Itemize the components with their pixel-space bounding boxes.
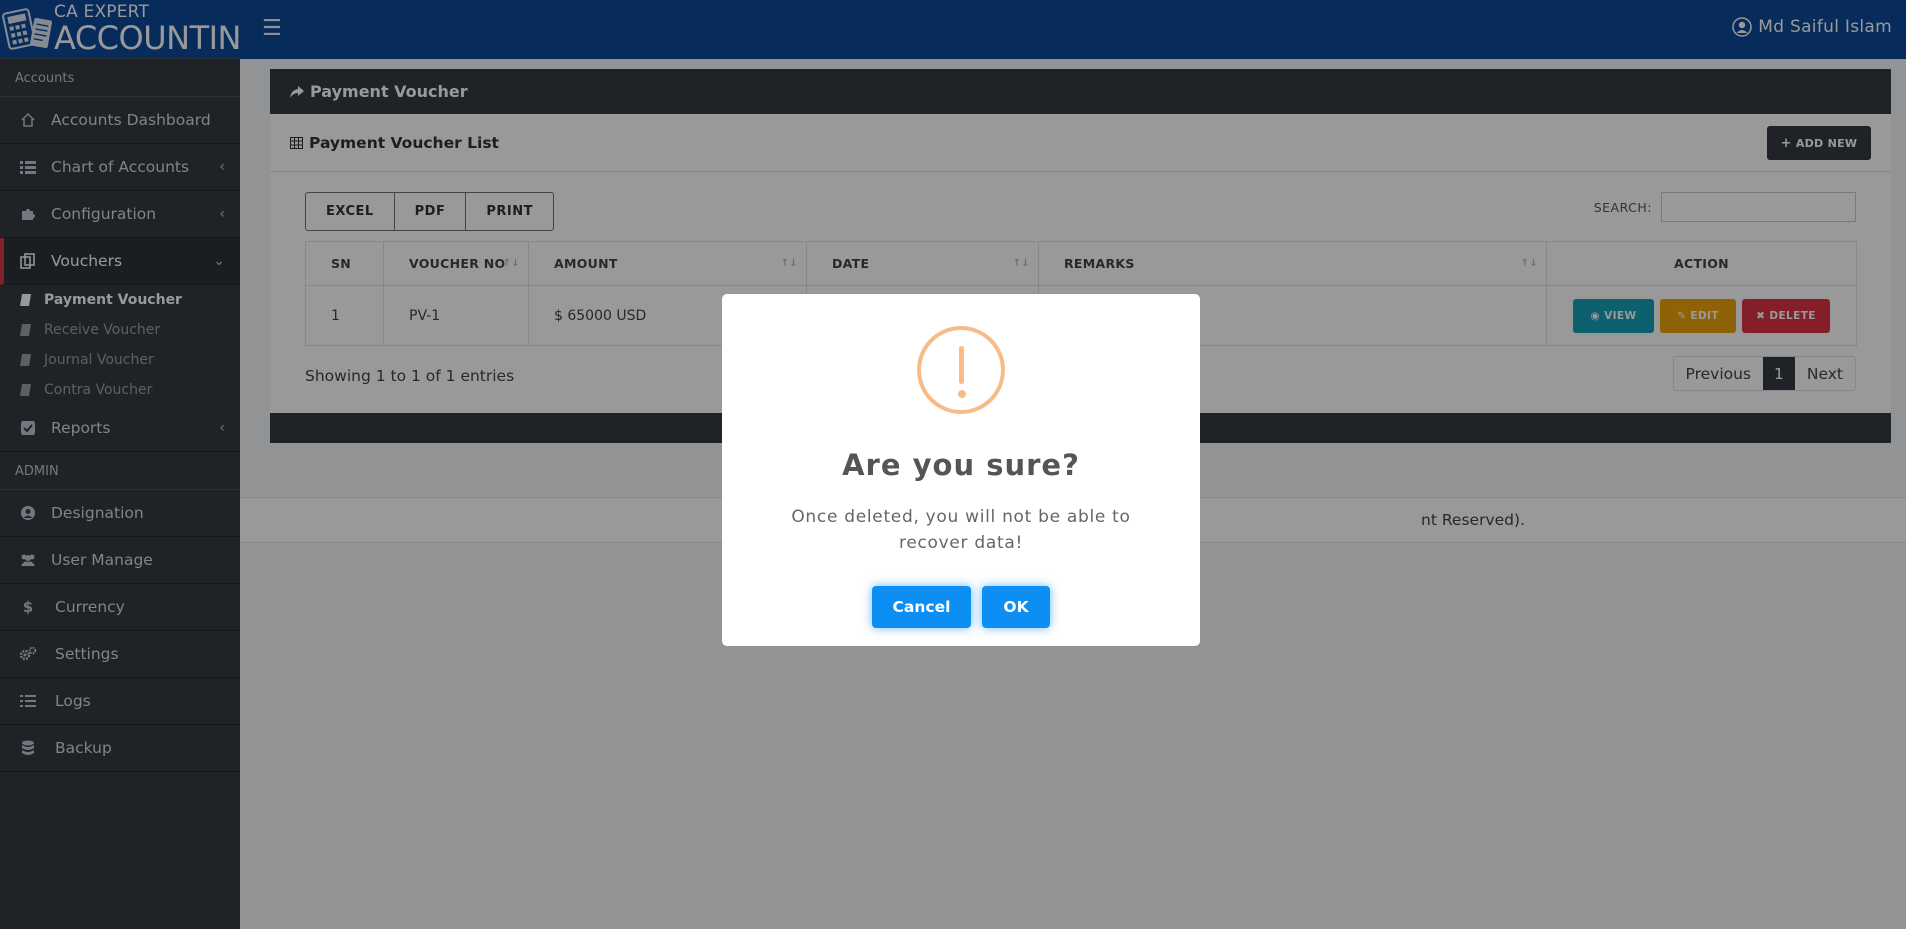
dialog-text: Once deleted, you will not be able to re… (791, 507, 1131, 553)
confirm-dialog: Are you sure? Once deleted, you will not… (722, 294, 1200, 646)
dialog-title: Are you sure? (842, 448, 1080, 482)
warning-icon-dot (957, 390, 966, 398)
warning-icon-bar (959, 346, 964, 384)
ok-button[interactable]: OK (982, 586, 1050, 628)
dialog-buttons: Cancel OK (722, 586, 1200, 628)
warning-icon (917, 326, 1005, 414)
cancel-button[interactable]: Cancel (872, 586, 971, 628)
